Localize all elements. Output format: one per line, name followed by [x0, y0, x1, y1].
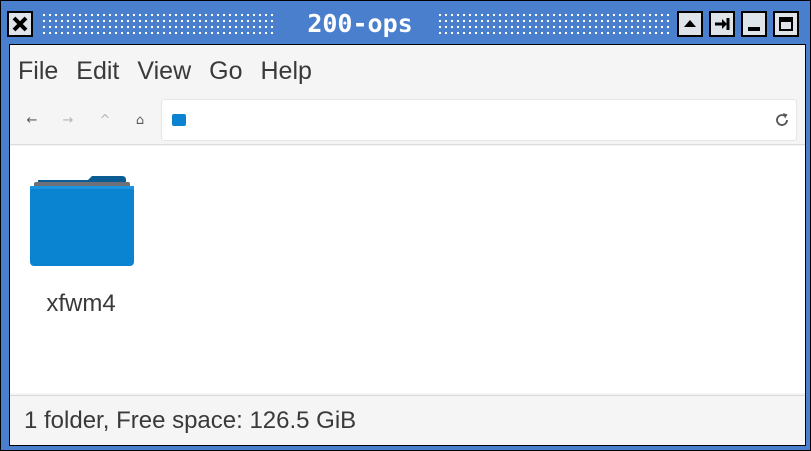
- menu-view[interactable]: View: [137, 57, 200, 86]
- minimize-icon: [748, 27, 760, 31]
- back-button[interactable]: ←: [24, 113, 40, 129]
- home-icon: ⌂: [135, 113, 145, 128]
- close-button[interactable]: [7, 11, 33, 37]
- x-icon: [12, 16, 28, 32]
- titlebar-dots-right: [437, 12, 671, 36]
- window-title: 200-ops: [307, 9, 413, 38]
- window-client-area: File Edit View Go Help ← → ^ ⌂ xfwm4 1 f…: [9, 44, 806, 446]
- window-titlebar[interactable]: 200-ops: [5, 5, 806, 41]
- menu-help[interactable]: Help: [261, 57, 321, 86]
- maximize-button[interactable]: [773, 11, 799, 37]
- shade-button[interactable]: [677, 11, 703, 37]
- location-bar[interactable]: [161, 99, 797, 141]
- arrow-right-icon: →: [62, 113, 74, 128]
- titlebar-dots-left: [41, 12, 275, 36]
- menu-file[interactable]: File: [18, 57, 67, 86]
- folder-path-icon: [172, 114, 186, 126]
- statusbar: 1 folder, Free space: 126.5 GiB: [10, 395, 805, 445]
- file-name: xfwm4: [46, 290, 116, 317]
- arrow-left-icon: ←: [26, 113, 38, 128]
- menu-go[interactable]: Go: [209, 57, 251, 86]
- file-view[interactable]: xfwm4: [10, 146, 805, 393]
- pin-icon: [715, 18, 730, 30]
- reload-icon[interactable]: [772, 110, 792, 130]
- forward-button[interactable]: →: [60, 113, 76, 129]
- maximize-icon: [779, 17, 793, 31]
- minimize-button[interactable]: [741, 11, 767, 37]
- folder-icon: [30, 176, 134, 266]
- toolbar: ← → ^ ⌂: [10, 97, 805, 145]
- triangle-up-icon: [684, 20, 696, 27]
- up-button[interactable]: ^: [97, 113, 113, 129]
- file-item[interactable]: xfwm4: [18, 172, 144, 317]
- menu-edit[interactable]: Edit: [76, 57, 128, 86]
- file-manager-window: 200-ops File Edit View Go Help ← → ^ ⌂ x…: [0, 0, 811, 451]
- stick-button[interactable]: [709, 11, 735, 37]
- menubar: File Edit View Go Help: [10, 45, 805, 97]
- home-button[interactable]: ⌂: [132, 113, 148, 129]
- arrow-up-icon: ^: [99, 113, 111, 128]
